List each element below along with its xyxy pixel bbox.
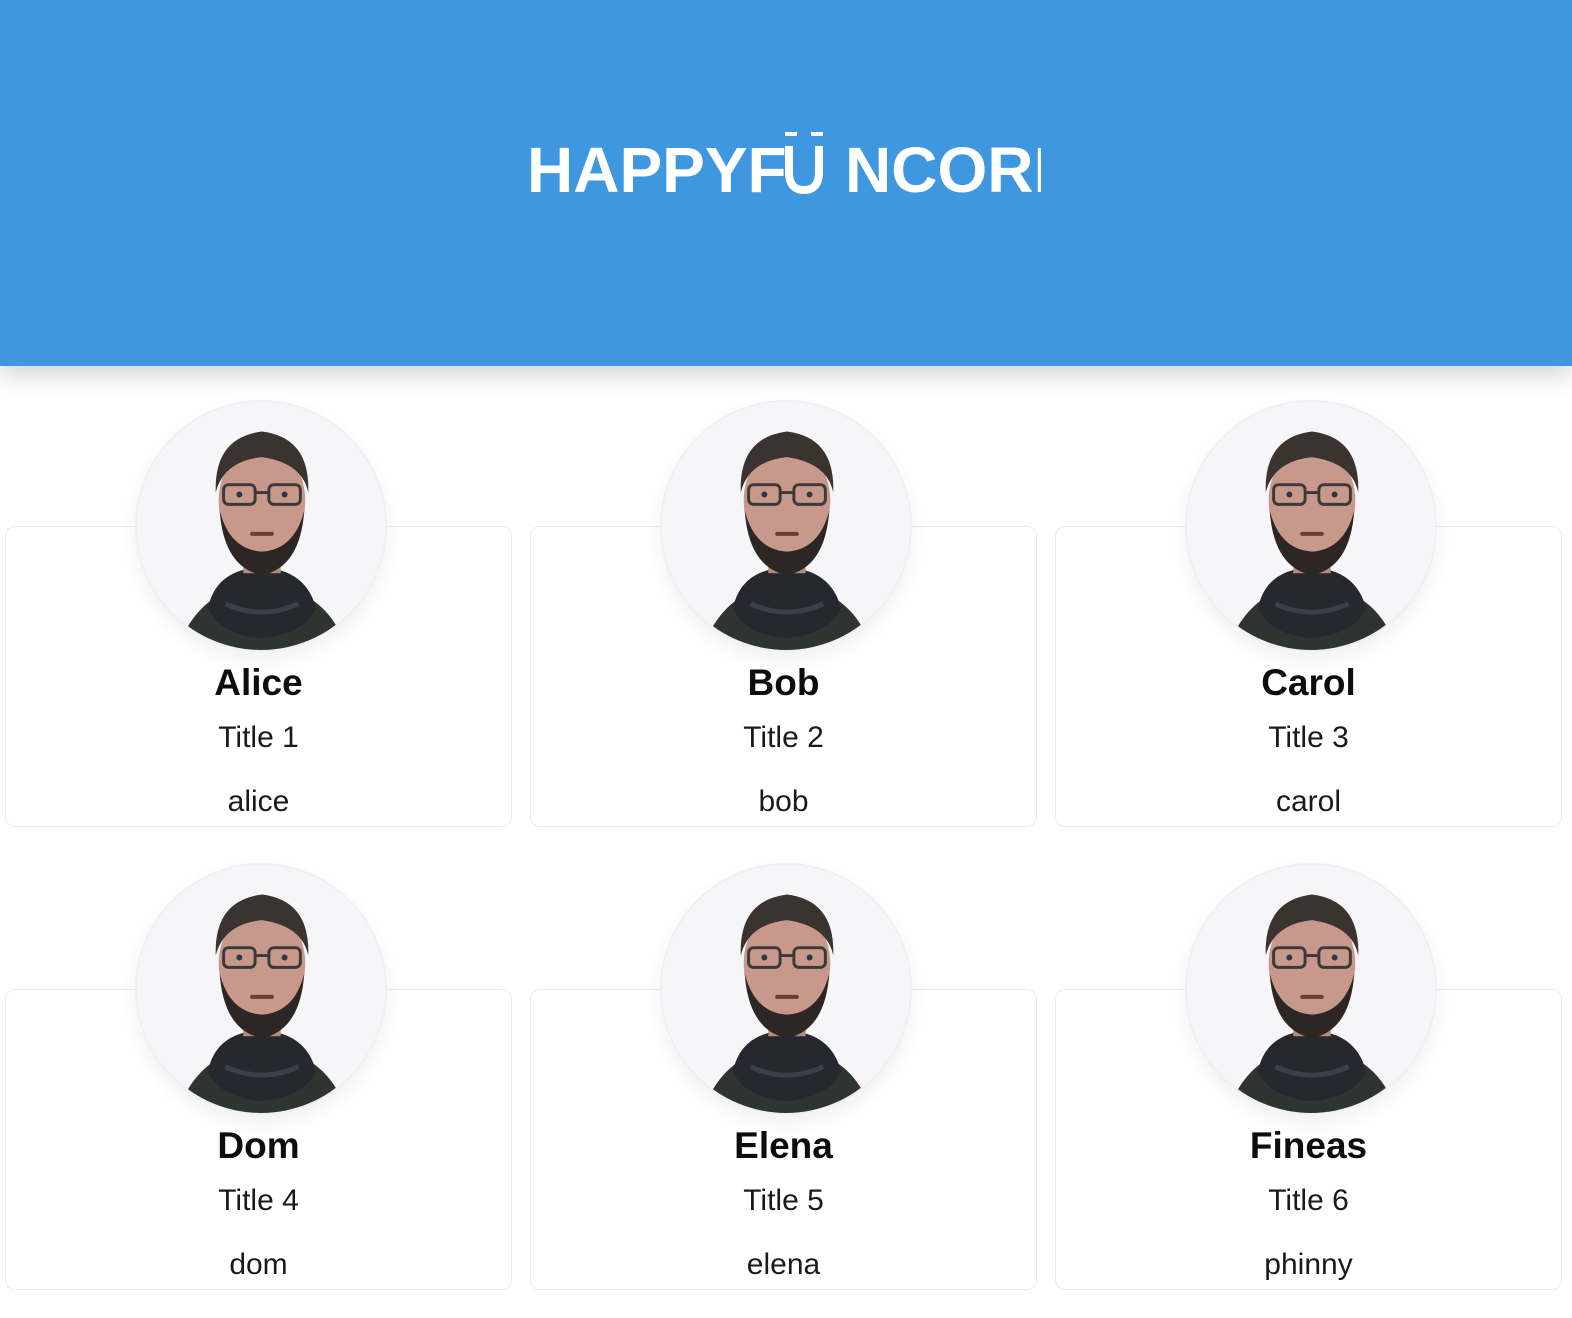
person-handle: carol — [1275, 785, 1342, 818]
avatar — [135, 863, 387, 1115]
person-handle: phinny — [1264, 1248, 1353, 1281]
person-name: Carol — [1261, 662, 1356, 703]
person-title: Title 3 — [1268, 721, 1349, 754]
avatar — [135, 400, 387, 652]
person-title: Title 2 — [743, 721, 824, 754]
person-title: Title 4 — [218, 1184, 299, 1217]
person-title: Title 1 — [218, 721, 299, 754]
person-name: Elena — [734, 1125, 833, 1166]
person-name: Alice — [214, 662, 303, 703]
person-title: Title 5 — [743, 1184, 824, 1217]
avatar — [660, 400, 912, 652]
person-name: Bob — [747, 662, 820, 703]
person-handle: dom — [229, 1248, 288, 1281]
person-name: Dom — [217, 1125, 300, 1166]
person-title: Title 6 — [1268, 1184, 1349, 1217]
person-name: Fineas — [1249, 1125, 1368, 1166]
avatar — [660, 863, 912, 1115]
avatar — [1185, 863, 1437, 1115]
company-logo[interactable]: HAPPYF NCORP — [527, 126, 1041, 200]
avatar — [1185, 400, 1437, 652]
person-handle: alice — [227, 785, 290, 818]
person-handle: bob — [758, 785, 809, 818]
svg-text:NCORP: NCORP — [845, 134, 1041, 200]
header-banner: HAPPYF NCORP — [0, 0, 1572, 366]
person-handle: elena — [746, 1248, 821, 1281]
svg-text:HAPPYF: HAPPYF — [527, 134, 787, 200]
